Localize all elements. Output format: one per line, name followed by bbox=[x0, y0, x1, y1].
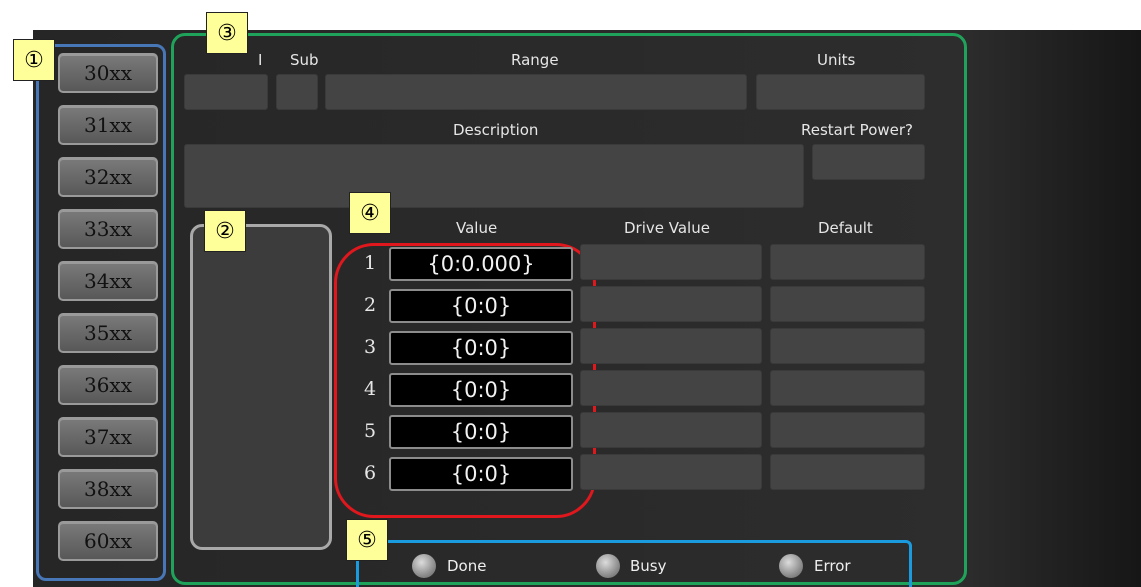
value-input[interactable]: {0:0} bbox=[389, 415, 573, 449]
units-field[interactable] bbox=[756, 74, 925, 110]
row-number: 6 bbox=[363, 462, 377, 484]
group-button-33xx[interactable]: 33xx bbox=[58, 209, 158, 249]
units-label: Units bbox=[817, 51, 856, 69]
error-status-label: Error bbox=[814, 557, 851, 575]
group-button-38xx[interactable]: 38xx bbox=[58, 469, 158, 509]
description-field[interactable] bbox=[184, 144, 804, 208]
callout-1: ① bbox=[13, 39, 55, 81]
drive-value-cell bbox=[580, 244, 762, 280]
sub-label: Sub bbox=[290, 51, 319, 69]
callout-3: ③ bbox=[206, 12, 248, 54]
group-button-34xx[interactable]: 34xx bbox=[58, 261, 158, 301]
drive-value-cell bbox=[580, 328, 762, 364]
range-label: Range bbox=[511, 51, 559, 69]
default-cell bbox=[770, 328, 925, 364]
row-number: 2 bbox=[363, 294, 377, 316]
range-field[interactable] bbox=[325, 74, 747, 110]
row-number: 5 bbox=[363, 420, 377, 442]
sub-index-list[interactable] bbox=[190, 224, 332, 550]
default-cell bbox=[770, 454, 925, 490]
value-column-header: Value bbox=[456, 219, 498, 237]
group-button-31xx[interactable]: 31xx bbox=[58, 105, 158, 145]
value-input[interactable]: {0:0} bbox=[389, 289, 573, 323]
drive-value-cell bbox=[580, 370, 762, 406]
busy-status-label: Busy bbox=[630, 557, 667, 575]
drive-value-column-header: Drive Value bbox=[624, 219, 710, 237]
value-input[interactable]: {0:0.000} bbox=[389, 247, 573, 281]
description-label: Description bbox=[453, 121, 539, 139]
default-cell bbox=[770, 244, 925, 280]
done-status-label: Done bbox=[447, 557, 487, 575]
restart-power-label: Restart Power? bbox=[801, 121, 913, 139]
default-cell bbox=[770, 286, 925, 322]
app-window: 30xx 31xx 32xx 33xx 34xx 35xx 36xx 37xx … bbox=[0, 0, 1141, 587]
drive-value-cell bbox=[580, 412, 762, 448]
done-status-icon bbox=[412, 554, 436, 578]
index-label: I bbox=[258, 51, 263, 69]
restart-power-field[interactable] bbox=[812, 144, 925, 180]
sub-field[interactable] bbox=[276, 74, 318, 110]
default-cell bbox=[770, 412, 925, 448]
default-column-header: Default bbox=[818, 219, 873, 237]
group-button-36xx[interactable]: 36xx bbox=[58, 365, 158, 405]
drive-value-cell bbox=[580, 454, 762, 490]
error-status-icon bbox=[779, 554, 803, 578]
value-input[interactable]: {0:0} bbox=[389, 457, 573, 491]
group-button-35xx[interactable]: 35xx bbox=[58, 313, 158, 353]
index-field[interactable] bbox=[184, 74, 268, 110]
default-cell bbox=[770, 370, 925, 406]
row-number: 4 bbox=[363, 378, 377, 400]
group-button-32xx[interactable]: 32xx bbox=[58, 157, 158, 197]
callout-5: ⑤ bbox=[346, 519, 388, 561]
callout-4: ④ bbox=[349, 192, 391, 234]
top-margin bbox=[0, 0, 1141, 30]
row-number: 1 bbox=[363, 252, 377, 274]
value-input[interactable]: {0:0} bbox=[389, 373, 573, 407]
value-input[interactable]: {0:0} bbox=[389, 331, 573, 365]
busy-status-icon bbox=[596, 554, 620, 578]
group-button-37xx[interactable]: 37xx bbox=[58, 417, 158, 457]
callout-2: ② bbox=[204, 210, 246, 252]
row-number: 3 bbox=[363, 336, 377, 358]
group-button-60xx[interactable]: 60xx bbox=[58, 521, 158, 561]
drive-value-cell bbox=[580, 286, 762, 322]
group-button-30xx[interactable]: 30xx bbox=[58, 53, 158, 93]
